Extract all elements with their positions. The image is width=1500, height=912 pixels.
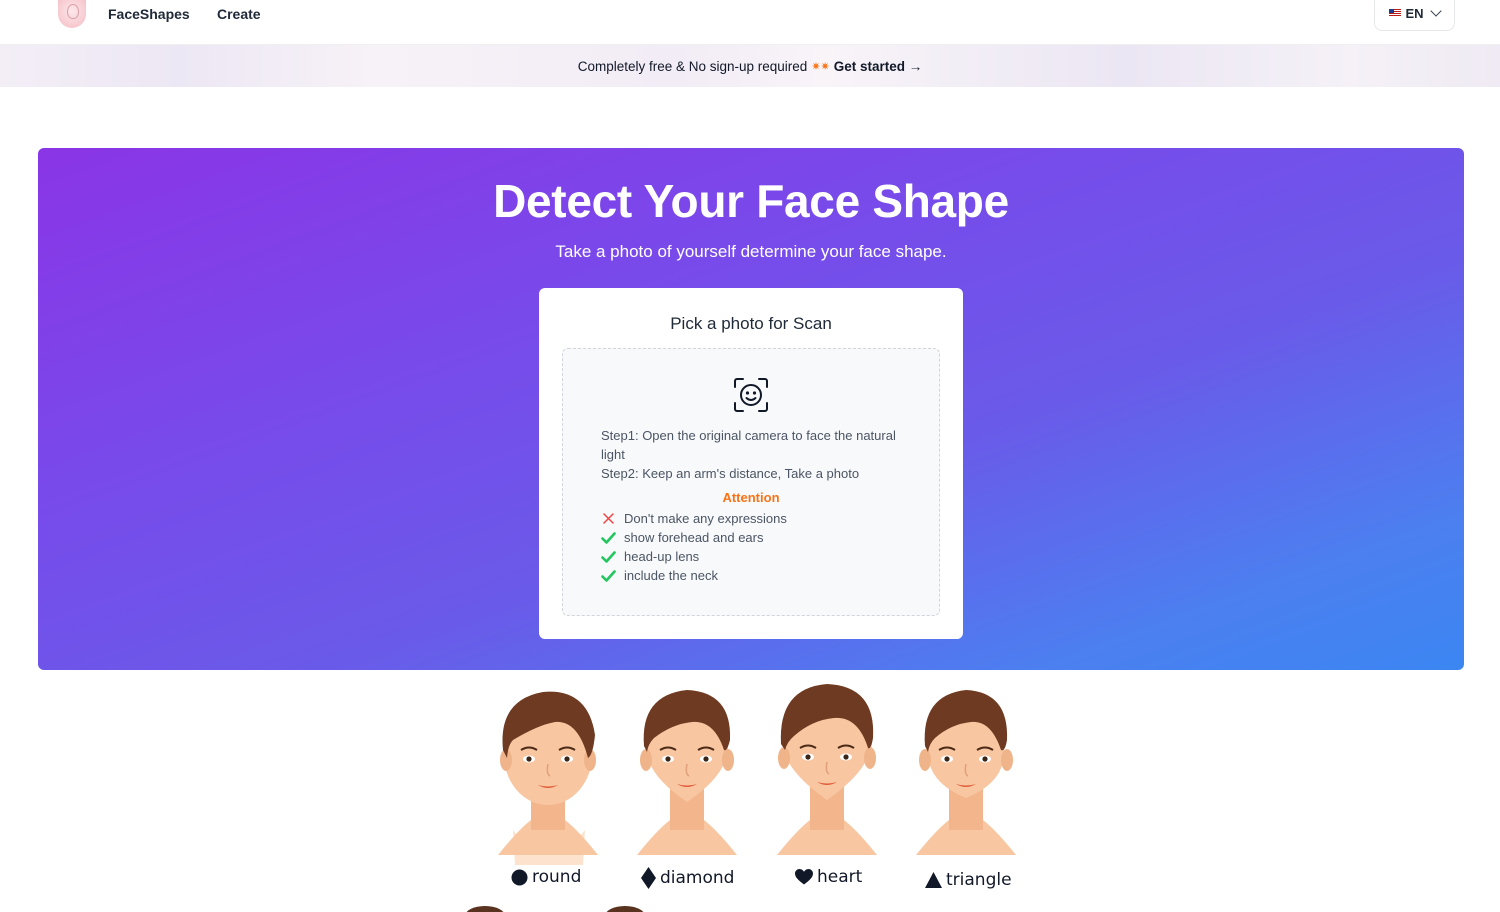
face-shape-round[interactable]: round [511,867,581,887]
rule-text: Don't make any expressions [624,511,787,526]
face-shapes-gallery: round diamond heart triangle [0,680,1500,912]
rule-text: head-up lens [624,549,700,564]
face-shape-triangle[interactable]: triangle [925,870,1012,890]
photo-upload-dropzone[interactable]: Step1: Open the original camera to face … [562,348,940,616]
step-1-text: Step1: Open the original camera to face … [601,428,896,462]
diamond-face-illustration [637,690,737,855]
face-shape-heart[interactable]: heart [795,867,862,887]
circle-icon [511,869,528,885]
face-shape-label: diamond [660,868,735,888]
heart-face-illustration [777,684,877,855]
promo-banner: Completely free & No sign-up required ✷✷… [0,45,1500,87]
step-2-text: Step2: Keep an arm's distance, Take a ph… [601,466,860,481]
face-shape-label: round [532,867,582,887]
language-selector[interactable]: EN [1374,0,1455,31]
face-shape-label: heart [817,867,863,887]
rule-item: head-up lens [601,547,787,566]
face-scan-icon [734,378,768,412]
scan-card-title: Pick a photo for Scan [670,314,832,333]
rule-text: show forehead and ears [624,530,764,545]
hero-title: Detect Your Face Shape [493,175,1009,227]
rule-item: Don't make any expressions [601,509,787,528]
brand-name[interactable]: FaceShapes [108,6,190,22]
rule-item: show forehead and ears [601,528,787,547]
top-navbar: FaceShapes Create EN [0,0,1500,45]
language-label: EN [1405,5,1424,21]
chevron-down-icon [1429,5,1442,17]
triangle-icon [925,872,942,888]
triangle-face-illustration [916,690,1016,855]
face-shape-label: triangle [946,870,1012,890]
hero-subtitle: Take a photo of yourself determine your … [555,242,947,261]
check-icon [601,549,616,564]
rule-text: include the neck [624,568,718,583]
scan-instructions: Step1: Open the original camera to face … [601,426,901,483]
nav-link-create[interactable]: Create [217,6,261,22]
diamond-icon [641,867,656,889]
scan-card: Pick a photo for Scan Step1: Open the or… [539,288,963,639]
attention-heading: Attention [722,490,780,505]
round-face-illustration [498,691,598,865]
attention-rules-list: Don't make any expressions show forehead… [601,509,787,585]
check-icon [601,530,616,545]
us-flag-icon [1389,9,1402,17]
x-icon [601,511,616,526]
banner-text: Completely free & No sign-up required [577,58,808,74]
check-icon [601,568,616,583]
heart-icon [795,869,813,885]
sparkle-icon: ✷✷ [811,60,830,73]
get-started-link[interactable]: Get started → [834,59,923,74]
rule-item: include the neck [601,566,787,585]
face-shape-diamond[interactable]: diamond [641,867,734,889]
logo-icon[interactable] [58,0,86,28]
hero-section: Detect Your Face Shape Take a photo of y… [38,148,1464,670]
